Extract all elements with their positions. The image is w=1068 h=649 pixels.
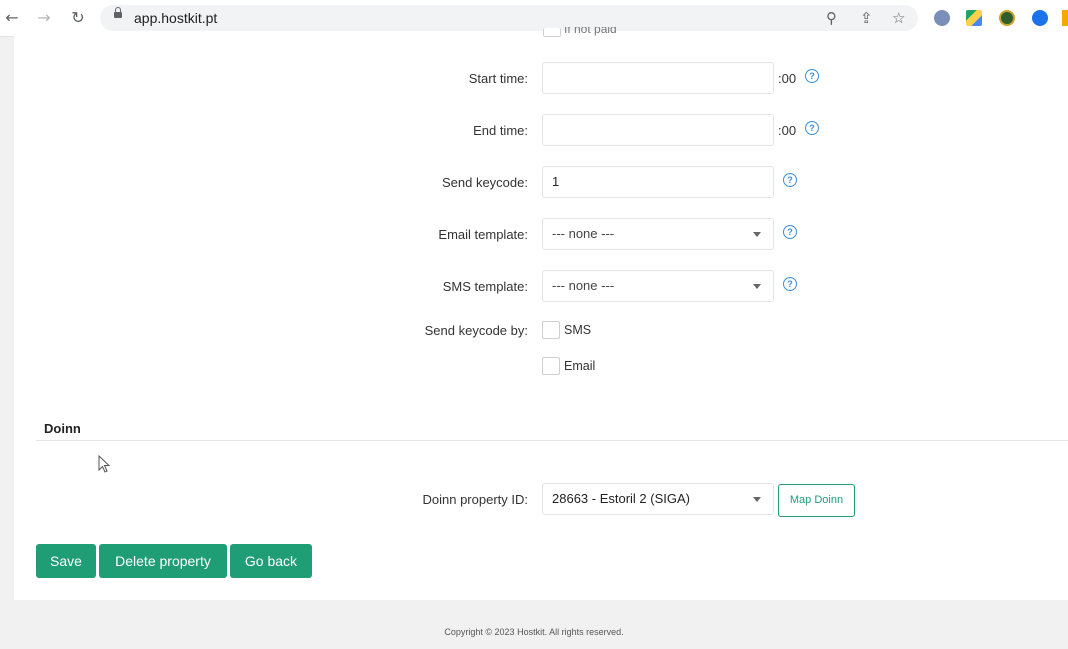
sms-template-help-icon[interactable]: ? — [783, 277, 797, 291]
address-bar[interactable] — [100, 5, 918, 31]
end-time-help-icon[interactable]: ? — [805, 121, 819, 135]
url-text: app.hostkit.pt — [134, 10, 218, 26]
checkbox-if-not-paid[interactable] — [543, 28, 561, 37]
chevron-down-icon — [753, 497, 761, 502]
send-keycode-help-icon[interactable]: ? — [783, 173, 797, 187]
sms-template-label: SMS template: — [442, 279, 528, 294]
end-time-input[interactable] — [542, 114, 774, 146]
start-time-input[interactable] — [542, 62, 774, 94]
extension-blue-icon[interactable] — [1032, 10, 1048, 26]
email-template-label: Email template: — [438, 227, 528, 242]
doinn-property-select[interactable]: 28663 - Estoril 2 (SIGA) — [542, 483, 774, 515]
end-time-label: End time: — [473, 123, 528, 138]
if-not-paid-label: If not paid — [564, 27, 617, 36]
footer-copyright: Copyright © 2023 Hostkit. All rights res… — [444, 627, 624, 637]
sms-option-label: SMS — [564, 323, 592, 337]
property-settings-card — [14, 36, 1068, 600]
chevron-down-icon — [753, 232, 761, 237]
sms-template-value: --- none --- — [552, 278, 615, 293]
delete-property-button[interactable]: Delete property — [99, 544, 227, 578]
reload-icon[interactable]: ↻ — [68, 8, 88, 28]
lock-icon — [114, 7, 122, 18]
chevron-down-icon — [753, 284, 761, 289]
doinn-property-id-label: Doinn property ID: — [422, 492, 529, 507]
extension-partial-icon[interactable] — [1062, 10, 1068, 26]
bookmark-star-icon[interactable]: ☆ — [892, 9, 905, 27]
start-time-help-icon[interactable]: ? — [805, 69, 819, 83]
end-time-suffix: :00 — [778, 123, 797, 138]
forward-arrow-icon[interactable]: → — [34, 8, 54, 28]
checkbox-sms[interactable] — [542, 321, 560, 339]
start-time-label: Start time: — [468, 71, 528, 86]
extension-badge-icon[interactable] — [999, 10, 1015, 26]
share-icon[interactable]: ⇪ — [860, 9, 873, 27]
send-keycode-by-label: Send keycode by: — [424, 323, 528, 338]
google-drive-icon[interactable] — [966, 10, 982, 26]
extension-icon[interactable] — [934, 10, 950, 26]
sms-template-select[interactable]: --- none --- — [542, 270, 774, 302]
email-template-select[interactable]: --- none --- — [542, 218, 774, 250]
doinn-property-value: 28663 - Estoril 2 (SIGA) — [552, 491, 690, 506]
checkbox-email[interactable] — [542, 357, 560, 375]
go-back-button[interactable]: Go back — [230, 544, 312, 578]
start-time-suffix: :00 — [778, 71, 797, 86]
doinn-section-title: Doinn — [44, 421, 81, 436]
send-keycode-input[interactable]: 1 — [542, 166, 774, 198]
email-template-help-icon[interactable]: ? — [783, 225, 797, 239]
save-button[interactable]: Save — [36, 544, 96, 578]
send-keycode-label: Send keycode: — [441, 175, 528, 190]
zoom-icon[interactable]: ⚲ — [826, 9, 837, 27]
mouse-cursor-icon — [98, 455, 110, 473]
email-template-value: --- none --- — [552, 226, 615, 241]
browser-toolbar: ← → ↻ app.hostkit.pt ⚲ ⇪ ☆ — [0, 0, 1068, 37]
back-arrow-icon[interactable]: ← — [2, 8, 22, 28]
section-divider — [36, 440, 1068, 441]
map-doinn-button[interactable]: Map Doinn — [778, 484, 855, 517]
email-option-label: Email — [564, 359, 596, 373]
